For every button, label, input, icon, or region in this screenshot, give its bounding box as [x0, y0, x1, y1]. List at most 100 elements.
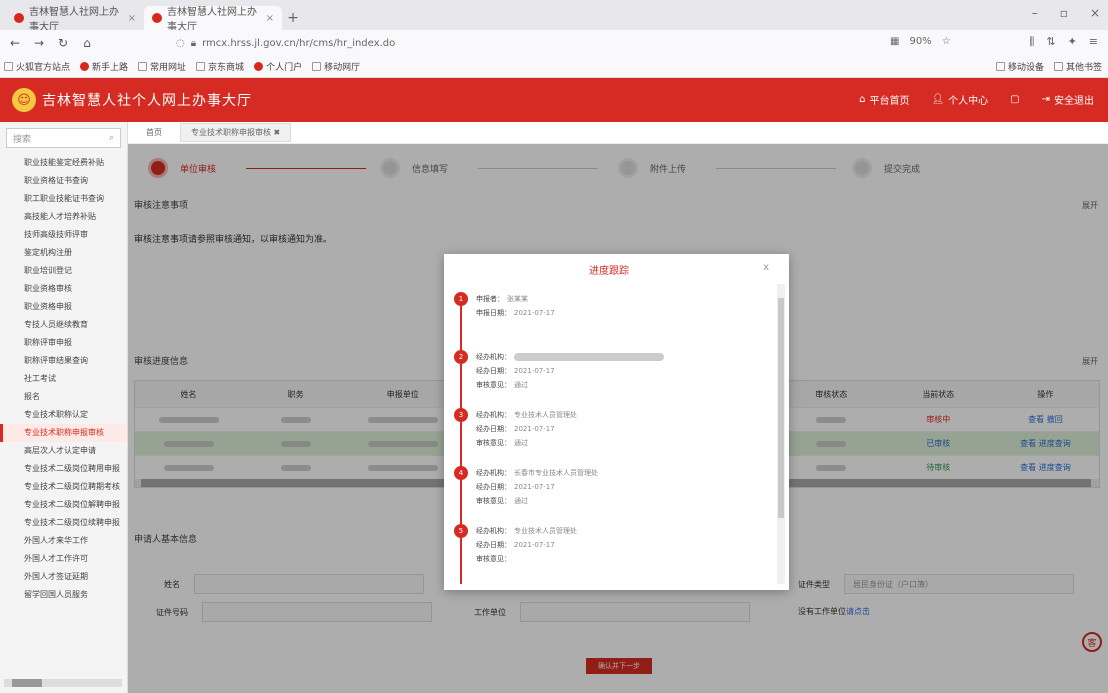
- sidebar-item[interactable]: 职业资格申报: [0, 298, 127, 316]
- header-actions: ⌂ 平台首页 👤︎ 个人中心 ▢ ⇥ 安全退出: [859, 92, 1094, 107]
- timeline-line-row: 审核意见：: [476, 555, 511, 563]
- bookmark-item[interactable]: 其他书签: [1053, 60, 1102, 73]
- sidebar-item[interactable]: 职业培训登记: [0, 262, 127, 280]
- bookmark-item[interactable]: 常用网址: [138, 60, 186, 73]
- sidebar-item[interactable]: 职称评审结果查询: [0, 352, 127, 370]
- breadcrumb-tab[interactable]: 专业技术职称申报审核 ✖: [180, 123, 292, 142]
- timeline-item: 5 经办机构： 专业技术人员管理处 经办日期： 2021-07-17 审核意见：: [454, 524, 764, 566]
- bookmark-item[interactable]: 移动网厅: [312, 60, 360, 73]
- sidebar-item[interactable]: 专业技术二级岗位聘期考核: [0, 478, 127, 496]
- timeline-line-row: 经办机构：: [476, 350, 764, 364]
- browser-tab-1[interactable]: 吉林智慧人社网上办事大厅 ×: [6, 6, 144, 33]
- folder-icon: [4, 62, 13, 71]
- timeline-line-row: 审核意见： 通过: [476, 439, 528, 447]
- close-icon[interactable]: x: [763, 262, 769, 273]
- window-controls: – ▫ ×: [1032, 6, 1100, 20]
- sidebar-item[interactable]: 专业技术二级岗位续聘申报: [0, 514, 127, 532]
- close-icon[interactable]: ×: [128, 13, 136, 24]
- emblem-logo-icon: ☺: [12, 88, 36, 112]
- qr-icon[interactable]: ▦: [890, 36, 899, 47]
- scrollbar-thumb[interactable]: [778, 298, 784, 518]
- scrollbar-thumb[interactable]: [12, 679, 42, 687]
- timeline-label: 经办日期: [476, 367, 504, 375]
- sidebar-item[interactable]: 外国人才签证延期: [0, 568, 127, 586]
- window-icon[interactable]: ▢: [1010, 94, 1019, 105]
- sidebar-item[interactable]: 外国人才工作许可: [0, 550, 127, 568]
- timeline-value: 通过: [514, 439, 528, 447]
- sidebar-item[interactable]: 专技人员继续教育: [0, 316, 127, 334]
- breadcrumb-home[interactable]: 首页: [146, 127, 162, 138]
- menu-icon[interactable]: ≡: [1089, 35, 1098, 49]
- sidebar-scrollbar[interactable]: [4, 679, 122, 687]
- sidebar-item[interactable]: 专业技术二级岗位解聘申报: [0, 496, 127, 514]
- timeline-line-row: 经办机构： 专业技术人员管理处: [476, 527, 577, 535]
- back-icon[interactable]: ←: [8, 36, 22, 50]
- sidebar-item[interactable]: 高技能人才培养补贴: [0, 208, 127, 226]
- timeline-label: 经办机构: [476, 353, 504, 361]
- sidebar-item[interactable]: 专业技术职称申报审核: [0, 424, 127, 442]
- timeline-label: 经办机构: [476, 469, 504, 477]
- zoom-indicator[interactable]: ▦ 90% ☆: [890, 36, 951, 47]
- bookmark-item[interactable]: 移动设备: [995, 60, 1044, 73]
- timeline-item: 3 经办机构： 专业技术人员管理处 经办日期： 2021-07-17 审核意见： 通过: [454, 408, 764, 450]
- timeline-dot-icon: 5: [454, 524, 468, 538]
- new-tab-button[interactable]: +: [282, 6, 304, 30]
- sidebar-item[interactable]: 留学回国人员服务: [0, 586, 127, 604]
- bookmark-item[interactable]: 京东商城: [196, 60, 244, 73]
- home-link[interactable]: ⌂ 平台首页: [859, 92, 909, 107]
- close-icon[interactable]: ×: [266, 13, 274, 24]
- sidebar-item[interactable]: 社工考试: [0, 370, 127, 388]
- sidebar-item[interactable]: 职称评审申报: [0, 334, 127, 352]
- timeline-value: [514, 353, 664, 361]
- sidebar-item[interactable]: 高层次人才认定申请: [0, 442, 127, 460]
- timeline-text: 经办机构： 专业技术人员管理处 经办日期： 2021-07-17 审核意见： 通过: [476, 408, 764, 450]
- bookmark-item[interactable]: 个人门户: [254, 60, 302, 73]
- timeline-line-row: 经办机构： 长春市专业技术人员管理处: [476, 469, 598, 477]
- sidebar-item[interactable]: 外国人才来华工作: [0, 532, 127, 550]
- timeline-label: 审核意见: [476, 439, 504, 447]
- sidebar-item[interactable]: 报名: [0, 388, 127, 406]
- maximize-icon[interactable]: ▫: [1060, 6, 1068, 20]
- sidebar-search-input[interactable]: 搜索 ⌕: [6, 128, 121, 148]
- sidebar-list: 职业技能鉴定经费补贴 职业资格证书查询 职工职业技能证书查询 高技能人才培养补贴 技师高…: [0, 154, 127, 604]
- browser-tab-2[interactable]: 吉林智慧人社网上办事大厅 ×: [144, 6, 282, 33]
- close-window-icon[interactable]: ×: [1090, 6, 1100, 20]
- timeline-line-row: 经办日期： 2021-07-17: [476, 425, 555, 433]
- user-link[interactable]: 👤︎ 个人中心: [931, 92, 988, 107]
- search-icon[interactable]: ⌕: [109, 133, 114, 143]
- timeline-value: 专业技术人员管理处: [514, 411, 577, 419]
- sidebar-item[interactable]: 专业技术二级岗位聘用申报: [0, 460, 127, 478]
- timeline-dot-icon: 3: [454, 408, 468, 422]
- sidebar-item[interactable]: 职工职业技能证书查询: [0, 190, 127, 208]
- bookmark-item[interactable]: 火狐官方站点: [4, 60, 70, 73]
- star-icon[interactable]: ☆: [942, 36, 951, 47]
- timeline-line-row: 审核意见： 通过: [476, 497, 528, 505]
- sidebar-item[interactable]: 职业资格审核: [0, 280, 127, 298]
- sidebar-item[interactable]: 专业技术职称认定: [0, 406, 127, 424]
- address-bar[interactable]: ◌ 🔒︎ rmcx.hrss.jl.gov.cn/hr/cms/hr_index…: [176, 33, 596, 53]
- sync-icon[interactable]: ⇅: [1046, 35, 1055, 49]
- minimize-icon[interactable]: –: [1032, 6, 1038, 20]
- globe-icon: [312, 62, 322, 71]
- timeline-item: 1 申报者： 张某某 申报日期： 2021-07-17: [454, 292, 764, 320]
- logout-link[interactable]: ⇥ 安全退出: [1042, 92, 1094, 107]
- folder-icon: [1053, 62, 1063, 71]
- site-favicon-icon: [152, 13, 162, 23]
- library-icon[interactable]: ⫼: [1029, 35, 1034, 49]
- sidebar-item[interactable]: 鉴定机构注册: [0, 244, 127, 262]
- logout-label: 安全退出: [1054, 96, 1094, 107]
- timeline-value: 2021-07-17: [514, 425, 555, 433]
- extension-icon[interactable]: ✦: [1068, 35, 1077, 49]
- app-header: ☺ 吉林智慧人社个人网上办事大厅 ⌂ 平台首页 👤︎ 个人中心 ▢ ⇥ 安全退出: [0, 78, 1108, 122]
- timeline-line-row: 申报日期： 2021-07-17: [476, 309, 555, 317]
- bookmark-item[interactable]: 新手上路: [80, 60, 128, 73]
- folder-icon: [995, 62, 1005, 71]
- forward-icon[interactable]: →: [32, 36, 46, 50]
- modal-scrollbar[interactable]: [777, 284, 785, 584]
- sidebar-item[interactable]: 技师高级技师评审: [0, 226, 127, 244]
- home-icon[interactable]: ⌂: [80, 36, 94, 50]
- sidebar-item[interactable]: 职业技能鉴定经费补贴: [0, 154, 127, 172]
- sidebar-item[interactable]: 职业资格证书查询: [0, 172, 127, 190]
- reload-icon[interactable]: ↻: [56, 36, 70, 50]
- progress-modal: 进度跟踪 x 1 申报者： 张某某 申报日期： 2021-07-17 2 经办机构： 经办日期…: [444, 254, 789, 590]
